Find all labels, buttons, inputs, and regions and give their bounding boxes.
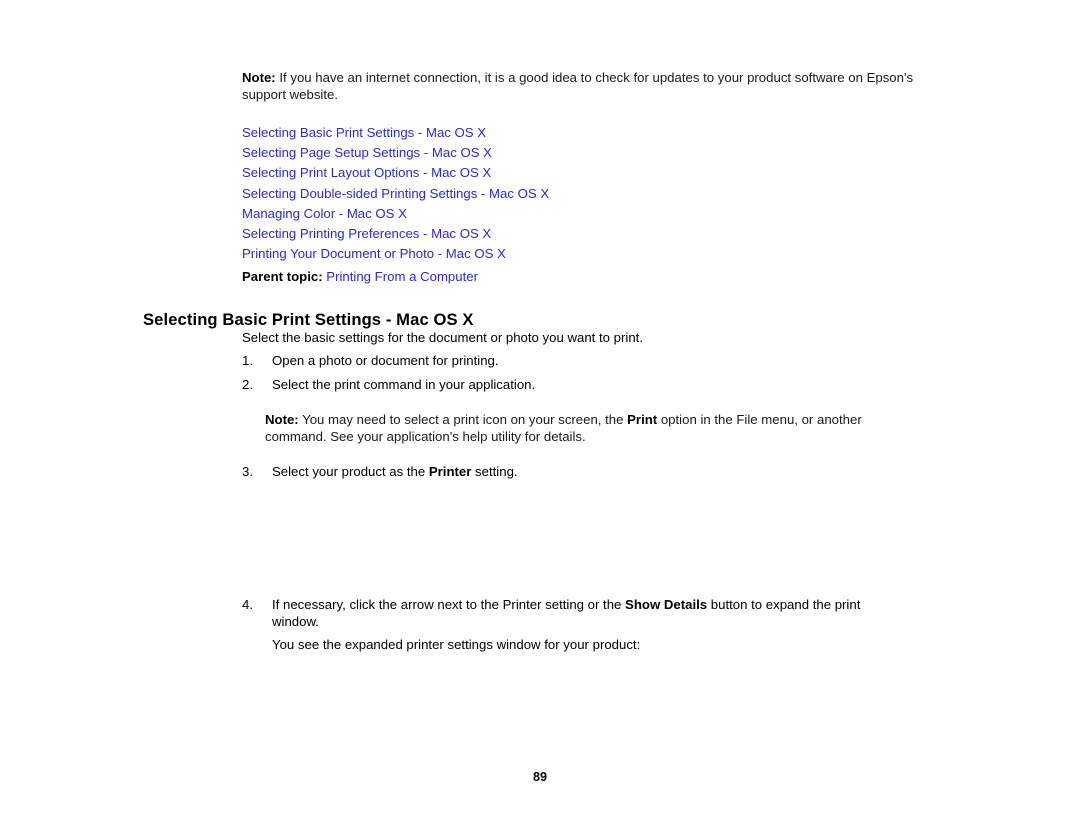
step-item-4: 4. If necessary, click the arrow next to… [242, 596, 910, 630]
parent-topic: Parent topic: Printing From a Computer [242, 268, 478, 285]
parent-topic-link[interactable]: Printing From a Computer [326, 269, 478, 284]
page-number: 89 [532, 770, 547, 784]
section-intro: Select the basic settings for the docume… [242, 330, 643, 345]
follow-up-line: You see the expanded printer settings wi… [272, 637, 641, 652]
step-text: Select the print command in your applica… [272, 377, 536, 392]
note-emphasis-print: Print [627, 412, 658, 427]
topic-link-selecting-printing-preferences[interactable]: Selecting Printing Preferences - Mac OS … [242, 226, 491, 241]
list-item: Selecting Printing Preferences - Mac OS … [242, 224, 942, 244]
parent-topic-label: Parent topic: [242, 269, 323, 284]
step-number: 4. [242, 597, 253, 612]
step-item-2: 2. Select the print command in your appl… [242, 376, 942, 393]
figure-placeholder [242, 488, 932, 588]
list-item: Selecting Basic Print Settings - Mac OS … [242, 123, 942, 143]
step-text: Open a photo or document for printing. [272, 353, 499, 368]
step-text: If necessary, click the arrow next to th… [272, 596, 910, 630]
topic-link-selecting-basic-print-settings[interactable]: Selecting Basic Print Settings - Mac OS … [242, 125, 486, 140]
note-text: If you have an internet connection, it i… [242, 70, 914, 103]
topic-link-selecting-print-layout-options[interactable]: Selecting Print Layout Options - Mac OS … [242, 165, 491, 180]
list-item: Selecting Print Layout Options - Mac OS … [242, 163, 942, 183]
note-paragraph-middle: Note: You may need to select a print ico… [265, 411, 905, 445]
step-number: 1. [242, 353, 253, 368]
topic-link-printing-your-document-or-photo[interactable]: Printing Your Document or Photo - Mac OS… [242, 246, 506, 261]
note-paragraph-top: Note: If you have an internet connection… [242, 69, 932, 103]
topic-link-list: Selecting Basic Print Settings - Mac OS … [242, 123, 942, 264]
topic-link-managing-color[interactable]: Managing Color - Mac OS X [242, 206, 407, 221]
step-text-prefix: Select your product as the [272, 464, 429, 479]
document-page: Note: If you have an internet connection… [0, 0, 1080, 834]
step-number: 2. [242, 377, 253, 392]
step-emphasis-show-details: Show Details [625, 597, 708, 612]
note-label: Note: [265, 412, 299, 427]
note-text-prefix: You may need to select a print icon on y… [298, 412, 628, 427]
page-title: Selecting Basic Print Settings - Mac OS … [143, 310, 474, 330]
list-item: Printing Your Document or Photo - Mac OS… [242, 244, 942, 264]
topic-link-selecting-double-sided-printing-settings[interactable]: Selecting Double-sided Printing Settings… [242, 186, 549, 201]
step-number: 3. [242, 464, 253, 479]
list-item: Selecting Double-sided Printing Settings… [242, 184, 942, 204]
step-item-3: 3. Select your product as the Printer se… [242, 463, 942, 480]
note-label: Note: [242, 70, 276, 85]
topic-link-selecting-page-setup-settings[interactable]: Selecting Page Setup Settings - Mac OS X [242, 145, 492, 160]
step-emphasis-printer: Printer [428, 464, 472, 479]
step-item-1: 1. Open a photo or document for printing… [242, 352, 942, 369]
list-item: Managing Color - Mac OS X [242, 204, 942, 224]
list-item: Selecting Page Setup Settings - Mac OS X [242, 143, 942, 163]
step-text-suffix: setting. [471, 464, 518, 479]
step-text-prefix: If necessary, click the arrow next to th… [272, 597, 626, 612]
step-text: Select your product as the Printer setti… [272, 463, 942, 480]
